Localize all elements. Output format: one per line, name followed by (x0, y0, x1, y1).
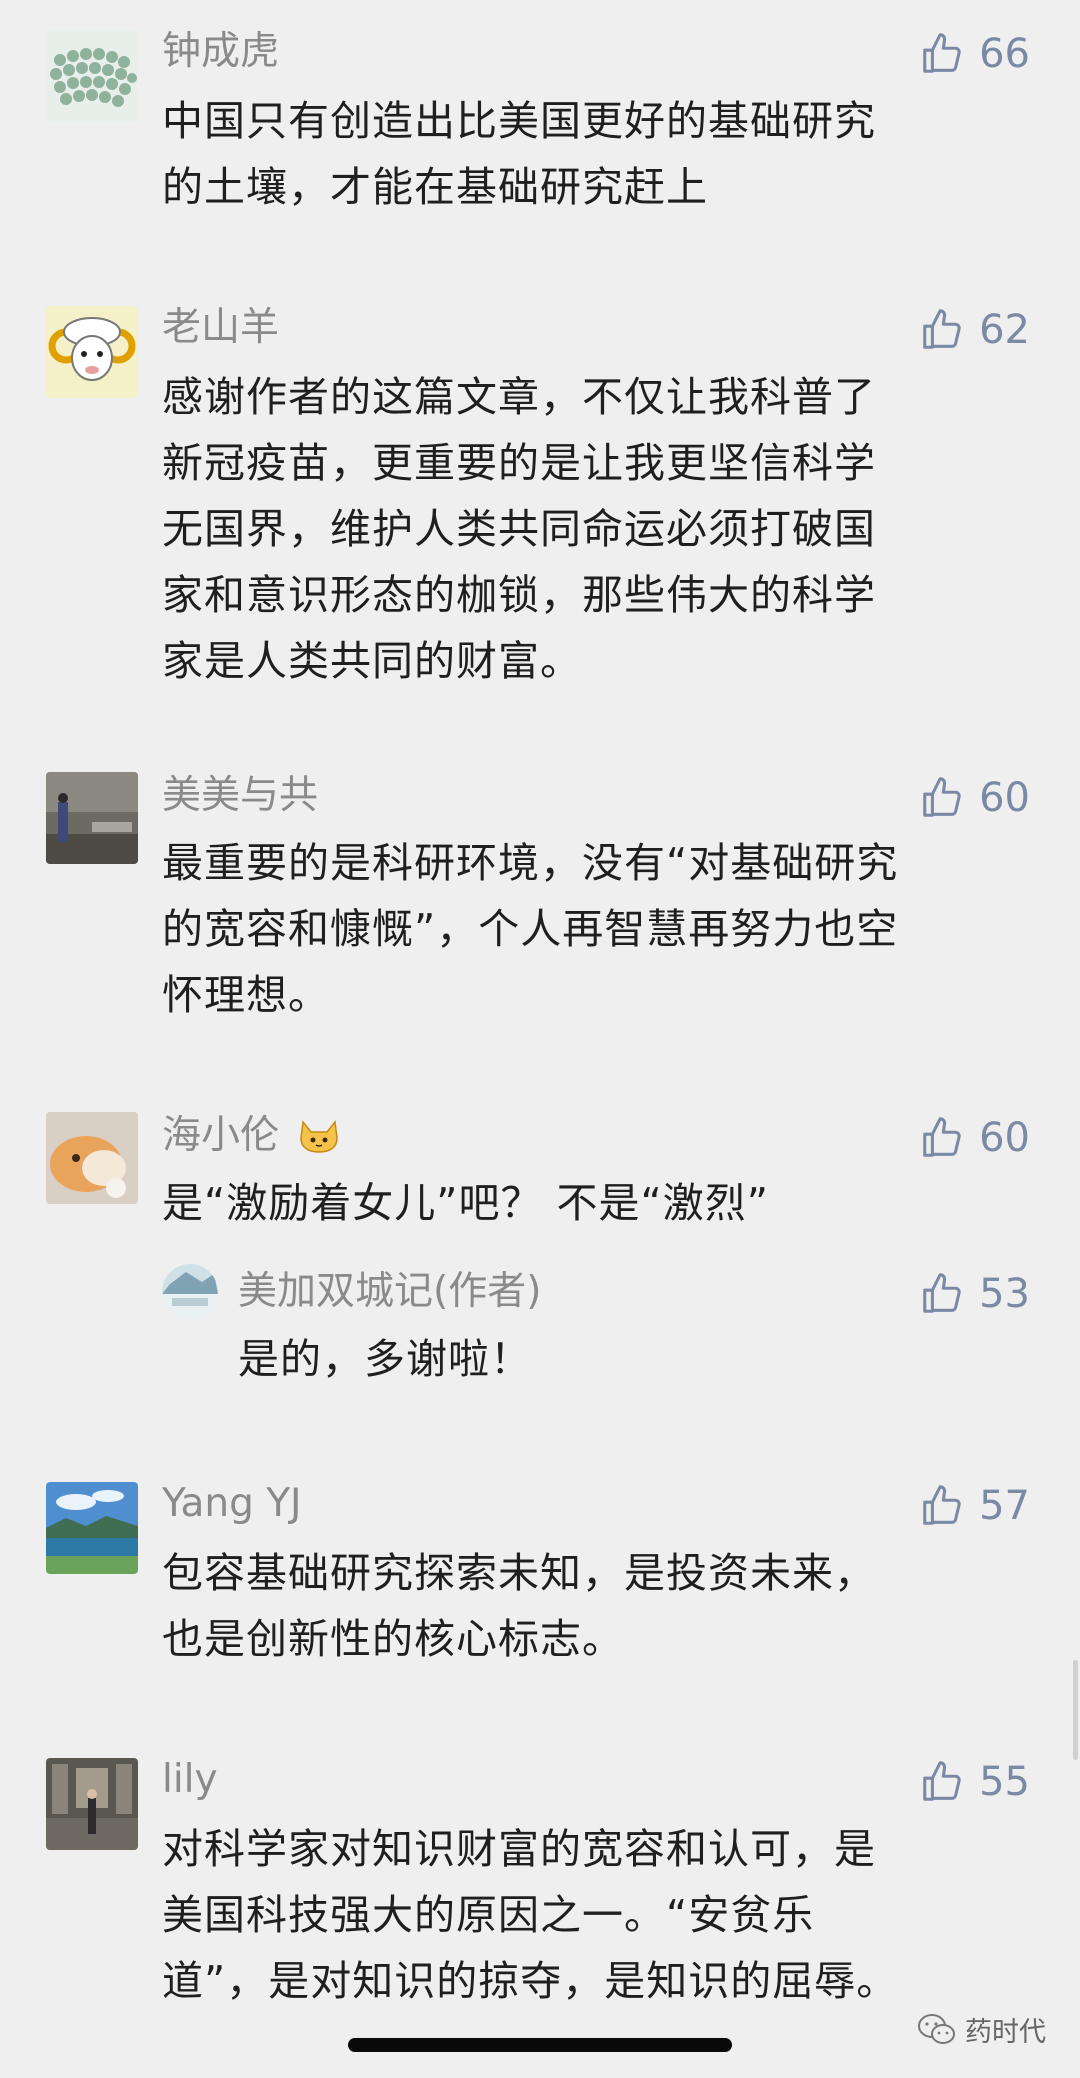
comment-line: 新冠疫苗，更重要的是让我更坚信科学 (162, 439, 876, 487)
thumbs-up-icon (923, 1117, 961, 1157)
comment-line: 道”，是对知识的掠夺，是知识的屈辱。 (162, 1957, 899, 2005)
like-count: 66 (979, 31, 1030, 77)
like-button[interactable]: 66 (919, 26, 1030, 82)
like-button[interactable]: 53 (919, 1266, 1030, 1322)
comment-text: 最重要的是科研环境，没有“对基础研究 的宽容和慷慨”，个人再智慧再努力也空 怀理… (162, 830, 1042, 1028)
like-count: 55 (979, 1759, 1030, 1805)
avatar[interactable] (46, 1758, 138, 1850)
comment-line: 感谢作者的这篇文章，不仅让我科普了 (162, 373, 876, 421)
comment-line: 是“激励着女儿”吧？ 不是“激烈” (162, 1179, 769, 1227)
thumbs-up-icon (923, 33, 961, 73)
comment-author[interactable]: 美美与共 (162, 770, 318, 822)
comment-text: 对科学家对知识财富的宽容和认可，是 美国科技强大的原因之一。“安贫乐 道”，是对… (162, 1816, 1042, 2014)
like-count: 60 (979, 1115, 1030, 1161)
comment-text: 是“激励着女儿”吧？ 不是“激烈” (162, 1170, 1042, 1236)
comment-author[interactable]: lily (162, 1754, 218, 1806)
avatar[interactable] (46, 30, 138, 122)
watermark-text: 药时代 (965, 2017, 1046, 2048)
comment-line: 也是创新性的核心标志。 (162, 1615, 624, 1663)
like-count: 53 (979, 1271, 1030, 1317)
comment-text: 中国只有创造出比美国更好的基础研究 的土壤，才能在基础研究赶上 (162, 88, 1042, 220)
thumbs-up-icon (923, 1761, 961, 1801)
comment-line: 对科学家对知识财富的宽容和认可，是 (162, 1825, 876, 1873)
thumbs-up-icon (923, 1485, 961, 1525)
thumbs-up-icon (923, 1273, 961, 1313)
avatar[interactable] (46, 1112, 138, 1204)
like-button[interactable]: 60 (919, 1110, 1030, 1166)
comment-author[interactable]: Yang YJ (162, 1478, 302, 1530)
comment-line: 的宽容和慷慨”，个人再智慧再努力也空 (162, 905, 899, 953)
comment-line: 家和意识形态的枷锁，那些伟大的科学 (162, 571, 876, 619)
comment-line: 美国科技强大的原因之一。“安贫乐 (162, 1891, 815, 1939)
comment-text: 包容基础研究探索未知，是投资未来， 也是创新性的核心标志。 (162, 1540, 1042, 1672)
home-indicator[interactable] (348, 2038, 732, 2052)
comment-line: 包容基础研究探索未知，是投资未来， (162, 1549, 876, 1597)
like-button[interactable]: 62 (919, 302, 1030, 358)
thumbs-up-icon (923, 777, 961, 817)
reply-text: 是的，多谢啦！ (238, 1326, 1038, 1392)
comment-line: 的土壤，才能在基础研究赶上 (162, 163, 708, 211)
like-button[interactable]: 57 (919, 1478, 1030, 1534)
reply-author[interactable]: 美加双城记(作者) (238, 1266, 541, 1318)
thumbs-up-icon (923, 309, 961, 349)
comment-author[interactable]: 老山羊 (162, 302, 279, 354)
avatar[interactable] (46, 1482, 138, 1574)
like-count: 60 (979, 775, 1030, 821)
comment-line: 无国界，维护人类共同命运必须打破国 (162, 505, 876, 553)
reply-line: 是的，多谢啦！ (238, 1335, 532, 1383)
comment-line: 最重要的是科研环境，没有“对基础研究 (162, 839, 899, 887)
cat-emoji-icon (285, 1113, 341, 1158)
comment-line: 中国只有创造出比美国更好的基础研究 (162, 97, 876, 145)
reply-avatar[interactable] (162, 1264, 218, 1320)
like-button[interactable]: 55 (919, 1754, 1030, 1810)
like-count: 57 (979, 1483, 1030, 1529)
like-count: 62 (979, 307, 1030, 353)
comment-author[interactable]: 钟成虎 (162, 26, 279, 78)
scrollbar[interactable] (1073, 1660, 1078, 1760)
avatar[interactable] (46, 306, 138, 398)
comment-author[interactable]: 海小伦 (162, 1110, 341, 1162)
like-button[interactable]: 60 (919, 770, 1030, 826)
watermark: 药时代 (917, 2010, 1046, 2049)
wechat-icon (918, 2013, 955, 2044)
avatar[interactable] (46, 772, 138, 864)
comment-line: 怀理想。 (162, 971, 330, 1019)
comment-line: 家是人类共同的财富。 (162, 637, 582, 685)
comment-text: 感谢作者的这篇文章，不仅让我科普了 新冠疫苗，更重要的是让我更坚信科学 无国界，… (162, 364, 1042, 694)
